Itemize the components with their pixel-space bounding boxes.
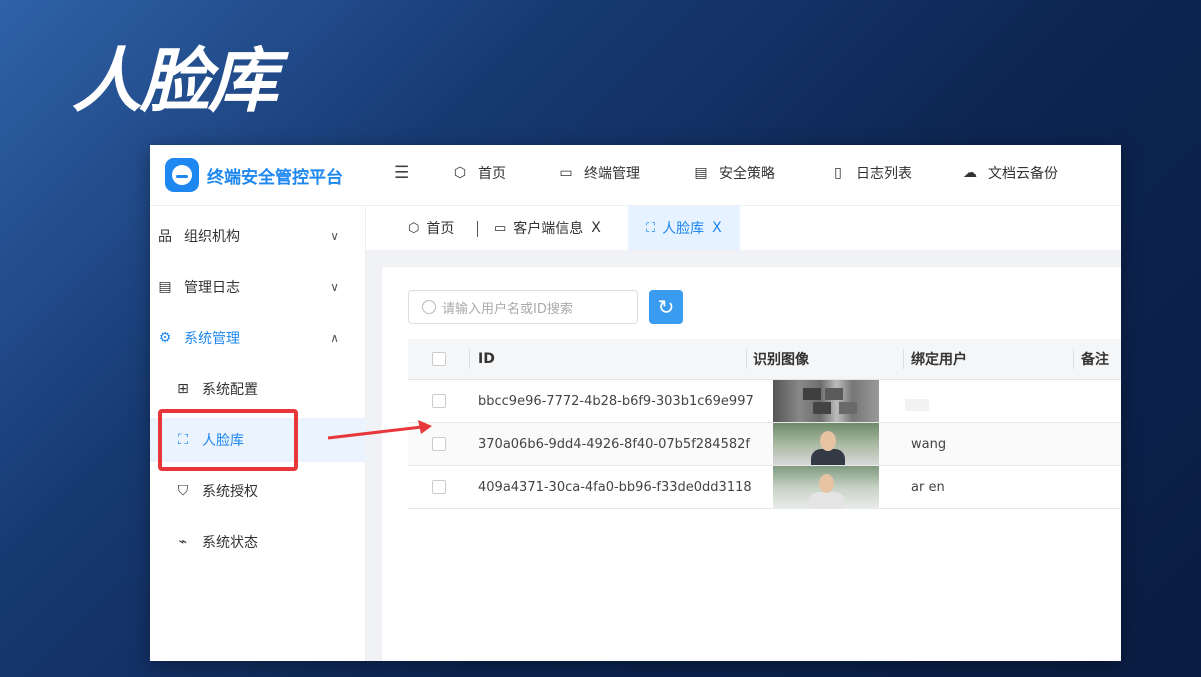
terminal-icon: ▭ [494, 220, 507, 236]
sidebar-item-management-log[interactable]: ▤ 管理日志 ∨ [150, 265, 357, 309]
search-placeholder: 请输入用户名或ID搜索 [442, 301, 573, 317]
monitor-pulse-icon: ⌁ [178, 534, 188, 550]
face-id: 409a4371-30ca-4fa0-bb96-f33de0dd3118 [478, 479, 752, 495]
sidebar-item-system-management[interactable]: ⚙ 系统管理 ∧ [150, 316, 357, 360]
nav-home[interactable]: ⬡ 首页 [452, 163, 506, 183]
sidebar-item-label: 系统状态 [202, 535, 258, 551]
app-window: 终端安全管控平台 ☰ ⬡ 首页 ▭ 终端管理 ▤ 安全策略 ▯ 日志列表 ☁ 文… [150, 145, 1121, 661]
org-chart-icon: 品 [158, 229, 172, 245]
tab-label: 人脸库 [662, 221, 705, 237]
nav-label: 文档云备份 [988, 166, 1058, 182]
bound-user: ar en [911, 479, 945, 495]
nav-log-list[interactable]: ▯ 日志列表 [830, 163, 912, 183]
nav-label: 终端管理 [584, 166, 640, 182]
table-header: ID 识别图像 绑定用户 备注 [408, 339, 1121, 380]
tab-label: 客户端信息 [513, 221, 584, 237]
column-header-user: 绑定用户 [911, 352, 967, 368]
select-all-checkbox[interactable] [432, 352, 446, 366]
nav-cloud-backup[interactable]: ☁ 文档云备份 [962, 163, 1058, 183]
log-icon: ▤ [158, 279, 172, 295]
column-divider [1073, 349, 1074, 369]
face-image [773, 423, 879, 465]
close-icon[interactable]: X [591, 220, 601, 236]
nav-label: 安全策略 [719, 166, 775, 182]
slide-title: 人脸库 [72, 40, 278, 122]
table-row[interactable]: 409a4371-30ca-4fa0-bb96-f33de0dd3118 ar … [408, 466, 1121, 509]
sidebar-item-system-status[interactable]: ⌁ 系统状态 [150, 520, 375, 564]
policy-card-icon: ▤ [694, 165, 708, 181]
nav-terminal-management[interactable]: ▭ 终端管理 [558, 163, 640, 183]
column-header-remark: 备注 [1081, 352, 1109, 368]
chevron-up-icon: ∧ [330, 331, 339, 345]
search-icon [422, 300, 436, 314]
document-icon: ▯ [834, 165, 842, 181]
face-scan-icon: ⛶ [646, 220, 656, 236]
sidebar-item-label: 系统授权 [202, 484, 258, 500]
row-checkbox[interactable] [432, 480, 446, 494]
brand-title: 终端安全管控平台 [207, 168, 343, 188]
cube-icon: ⬡ [408, 220, 420, 236]
sidebar-item-label: 系统管理 [184, 331, 240, 347]
sidebar-item-label: 组织机构 [184, 229, 240, 245]
highlight-box [158, 409, 298, 471]
column-divider [903, 349, 904, 369]
masked-user [905, 399, 929, 411]
search-input[interactable]: 请输入用户名或ID搜索 [408, 290, 638, 324]
nav-security-policy[interactable]: ▤ 安全策略 [693, 163, 775, 183]
face-image [773, 380, 879, 422]
column-divider [746, 349, 747, 369]
tab-client-info[interactable]: ▭ 客户端信息 X [494, 206, 601, 250]
cloud-upload-icon: ☁ [963, 165, 977, 181]
menu-collapse-icon[interactable]: ☰ [394, 163, 409, 183]
sidebar-item-label: 系统配置 [202, 382, 258, 398]
nav-label: 日志列表 [856, 166, 912, 182]
tab-label: 首页 [426, 221, 455, 237]
column-header-image: 识别图像 [753, 352, 809, 368]
face-id: bbcc9e96-7772-4b28-b6f9-303b1c69e997 [478, 393, 754, 409]
nav-label: 首页 [478, 166, 506, 182]
gear-icon: ⚙ [158, 330, 172, 346]
terminal-icon: ▭ [559, 165, 573, 181]
sidebar-item-label: 管理日志 [184, 280, 240, 296]
annotation-arrow-icon [327, 420, 432, 440]
top-header: 终端安全管控平台 ☰ ⬡ 首页 ▭ 终端管理 ▤ 安全策略 ▯ 日志列表 ☁ 文… [150, 145, 1121, 206]
row-checkbox[interactable] [432, 394, 446, 408]
tab-divider [477, 221, 478, 237]
column-divider [469, 349, 470, 369]
chevron-down-icon: ∨ [330, 280, 339, 294]
sidebar-item-organization[interactable]: 品 组织机构 ∨ [150, 214, 357, 258]
sidebar-item-system-authorization[interactable]: ⛉ 系统授权 [150, 469, 375, 513]
face-image [773, 466, 879, 508]
tab-home[interactable]: ⬡ 首页 [408, 206, 454, 250]
column-header-id: ID [478, 351, 495, 367]
table-row[interactable]: 370a06b6-9dd4-4926-8f40-07b5f284582f wan… [408, 423, 1121, 466]
close-icon[interactable]: X [712, 220, 722, 236]
sidebar-item-system-config[interactable]: ⊞ 系统配置 [150, 367, 375, 411]
bound-user: wang [911, 436, 947, 452]
cube-icon: ⬡ [453, 165, 467, 181]
tab-face-library[interactable]: ⛶ 人脸库 X [628, 206, 740, 250]
refresh-icon: ↻ [657, 295, 675, 319]
main-content: ⬡ 首页 ▭ 客户端信息 X ⛶ 人脸库 X 请输入用户名或ID搜索 ↻ ID … [366, 206, 1121, 661]
face-library-panel: 请输入用户名或ID搜索 ↻ ID 识别图像 绑定用户 备注 bbcc9e96-7… [382, 267, 1121, 661]
settings-slider-icon: ⊞ [177, 381, 189, 397]
tab-bar: ⬡ 首页 ▭ 客户端信息 X ⛶ 人脸库 X [366, 206, 1121, 250]
chevron-down-icon: ∨ [330, 229, 339, 243]
refresh-button[interactable]: ↻ [649, 290, 683, 324]
face-id: 370a06b6-9dd4-4926-8f40-07b5f284582f [478, 436, 750, 452]
shield-check-icon: ⛉ [177, 483, 189, 499]
table-row[interactable]: bbcc9e96-7772-4b28-b6f9-303b1c69e997 [408, 380, 1121, 423]
app-logo-icon [165, 158, 199, 192]
